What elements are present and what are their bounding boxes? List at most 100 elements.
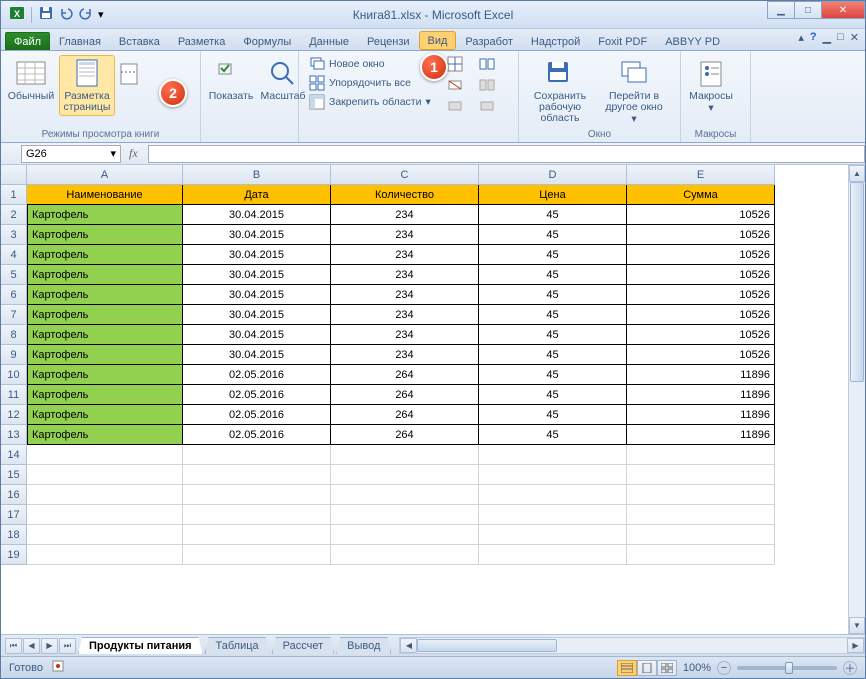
cells-area[interactable]: НаименованиеДатаКоличествоЦенаСуммаКарто… [27,185,775,565]
reset-pos-button[interactable] [475,97,499,115]
table-cell[interactable]: 45 [479,225,627,245]
empty-cell[interactable] [331,465,479,485]
row-header[interactable]: 13 [1,425,27,445]
excel-icon[interactable]: X [9,5,25,24]
table-cell[interactable]: Картофель [27,305,183,325]
table-cell[interactable]: 10526 [627,245,775,265]
tab-foxit pdf[interactable]: Foxit PDF [589,32,656,50]
sheet-nav-prev[interactable]: ◀ [23,638,40,654]
row-header[interactable]: 6 [1,285,27,305]
view-side-button[interactable] [475,55,499,73]
empty-cell[interactable] [183,525,331,545]
table-cell[interactable]: 234 [331,205,479,225]
row-header[interactable]: 1 [1,185,27,205]
empty-cell[interactable] [183,485,331,505]
table-cell[interactable]: 10526 [627,325,775,345]
empty-cell[interactable] [479,505,627,525]
table-cell[interactable]: 30.04.2015 [183,265,331,285]
tab-главная[interactable]: Главная [50,32,110,50]
scroll-left-icon[interactable]: ◀ [400,638,417,653]
tab-надстрой[interactable]: Надстрой [522,32,589,50]
minimize-ribbon-icon[interactable]: ▴ [798,31,804,44]
doc-restore-icon[interactable]: □ [837,31,844,44]
table-cell[interactable]: 30.04.2015 [183,245,331,265]
sheet-tab[interactable]: Вывод [336,637,391,654]
col-header-C[interactable]: C [331,165,479,185]
scroll-up-icon[interactable]: ▲ [849,165,865,182]
table-cell[interactable]: 02.05.2016 [183,405,331,425]
save-workspace-button[interactable]: Сохранить рабочую область [525,55,595,127]
undo-icon[interactable] [58,5,74,24]
empty-cell[interactable] [627,525,775,545]
row-header[interactable]: 7 [1,305,27,325]
table-cell[interactable]: 45 [479,345,627,365]
col-header-D[interactable]: D [479,165,627,185]
empty-cell[interactable] [27,445,183,465]
empty-cell[interactable] [331,505,479,525]
empty-cell[interactable] [27,525,183,545]
table-cell[interactable]: 234 [331,285,479,305]
help-icon[interactable]: ? [810,31,817,44]
col-header-B[interactable]: B [183,165,331,185]
table-cell[interactable]: 234 [331,345,479,365]
table-cell[interactable]: 264 [331,425,479,445]
fx-icon[interactable]: fx [129,146,138,161]
empty-cell[interactable] [479,545,627,565]
tab-разработ[interactable]: Разработ [456,32,521,50]
table-cell[interactable]: 02.05.2016 [183,385,331,405]
sheet-nav-last[interactable]: ⏭ [59,638,76,654]
empty-cell[interactable] [627,545,775,565]
table-cell[interactable]: 10526 [627,345,775,365]
empty-cell[interactable] [27,545,183,565]
table-cell[interactable]: Картофель [27,245,183,265]
table-cell[interactable]: 264 [331,385,479,405]
vscroll-thumb[interactable] [850,182,864,382]
hscroll-thumb[interactable] [417,639,557,652]
close-button[interactable]: ✕ [821,1,865,19]
normal-view-button[interactable]: Обычный [7,55,55,105]
table-cell[interactable]: 10526 [627,225,775,245]
status-pagelayout-view[interactable] [637,660,657,676]
table-cell[interactable]: 45 [479,365,627,385]
row-header[interactable]: 4 [1,245,27,265]
table-cell[interactable]: Картофель [27,405,183,425]
tab-формулы[interactable]: Формулы [234,32,300,50]
table-cell[interactable]: 11896 [627,365,775,385]
tab-данные[interactable]: Данные [300,32,358,50]
tab-рецензи[interactable]: Рецензи [358,32,419,50]
table-cell[interactable]: 30.04.2015 [183,345,331,365]
save-icon[interactable] [38,5,54,24]
table-header[interactable]: Дата [183,185,331,205]
table-cell[interactable]: Картофель [27,345,183,365]
tab-вид[interactable]: Вид [419,31,457,50]
status-normal-view[interactable] [617,660,637,676]
empty-cell[interactable] [331,545,479,565]
row-header[interactable]: 2 [1,205,27,225]
table-cell[interactable]: 234 [331,265,479,285]
sync-scroll-button[interactable] [475,76,499,94]
tab-file[interactable]: Файл [5,32,50,50]
empty-cell[interactable] [479,445,627,465]
table-cell[interactable]: 234 [331,305,479,325]
empty-cell[interactable] [331,445,479,465]
col-header-E[interactable]: E [627,165,775,185]
empty-cell[interactable] [183,445,331,465]
table-cell[interactable]: 11896 [627,425,775,445]
maximize-button[interactable]: □ [794,1,822,19]
empty-cell[interactable] [627,465,775,485]
table-header[interactable]: Цена [479,185,627,205]
table-cell[interactable]: Картофель [27,205,183,225]
table-cell[interactable]: 45 [479,425,627,445]
macros-button[interactable]: Макросы ▾ [687,55,735,117]
zoom-slider-thumb[interactable] [785,662,793,674]
new-window-button[interactable]: Новое окно [305,55,435,73]
scroll-down-icon[interactable]: ▼ [849,617,865,634]
page-layout-view-button[interactable]: Разметка страницы [59,55,115,116]
scroll-right-icon[interactable]: ▶ [847,638,864,653]
freeze-panes-button[interactable]: Закрепить области ▾ [305,93,435,111]
empty-cell[interactable] [627,445,775,465]
doc-close-icon[interactable]: ✕ [850,31,859,44]
status-pagebreak-view[interactable] [657,660,677,676]
table-cell[interactable]: 45 [479,205,627,225]
table-cell[interactable]: Картофель [27,425,183,445]
